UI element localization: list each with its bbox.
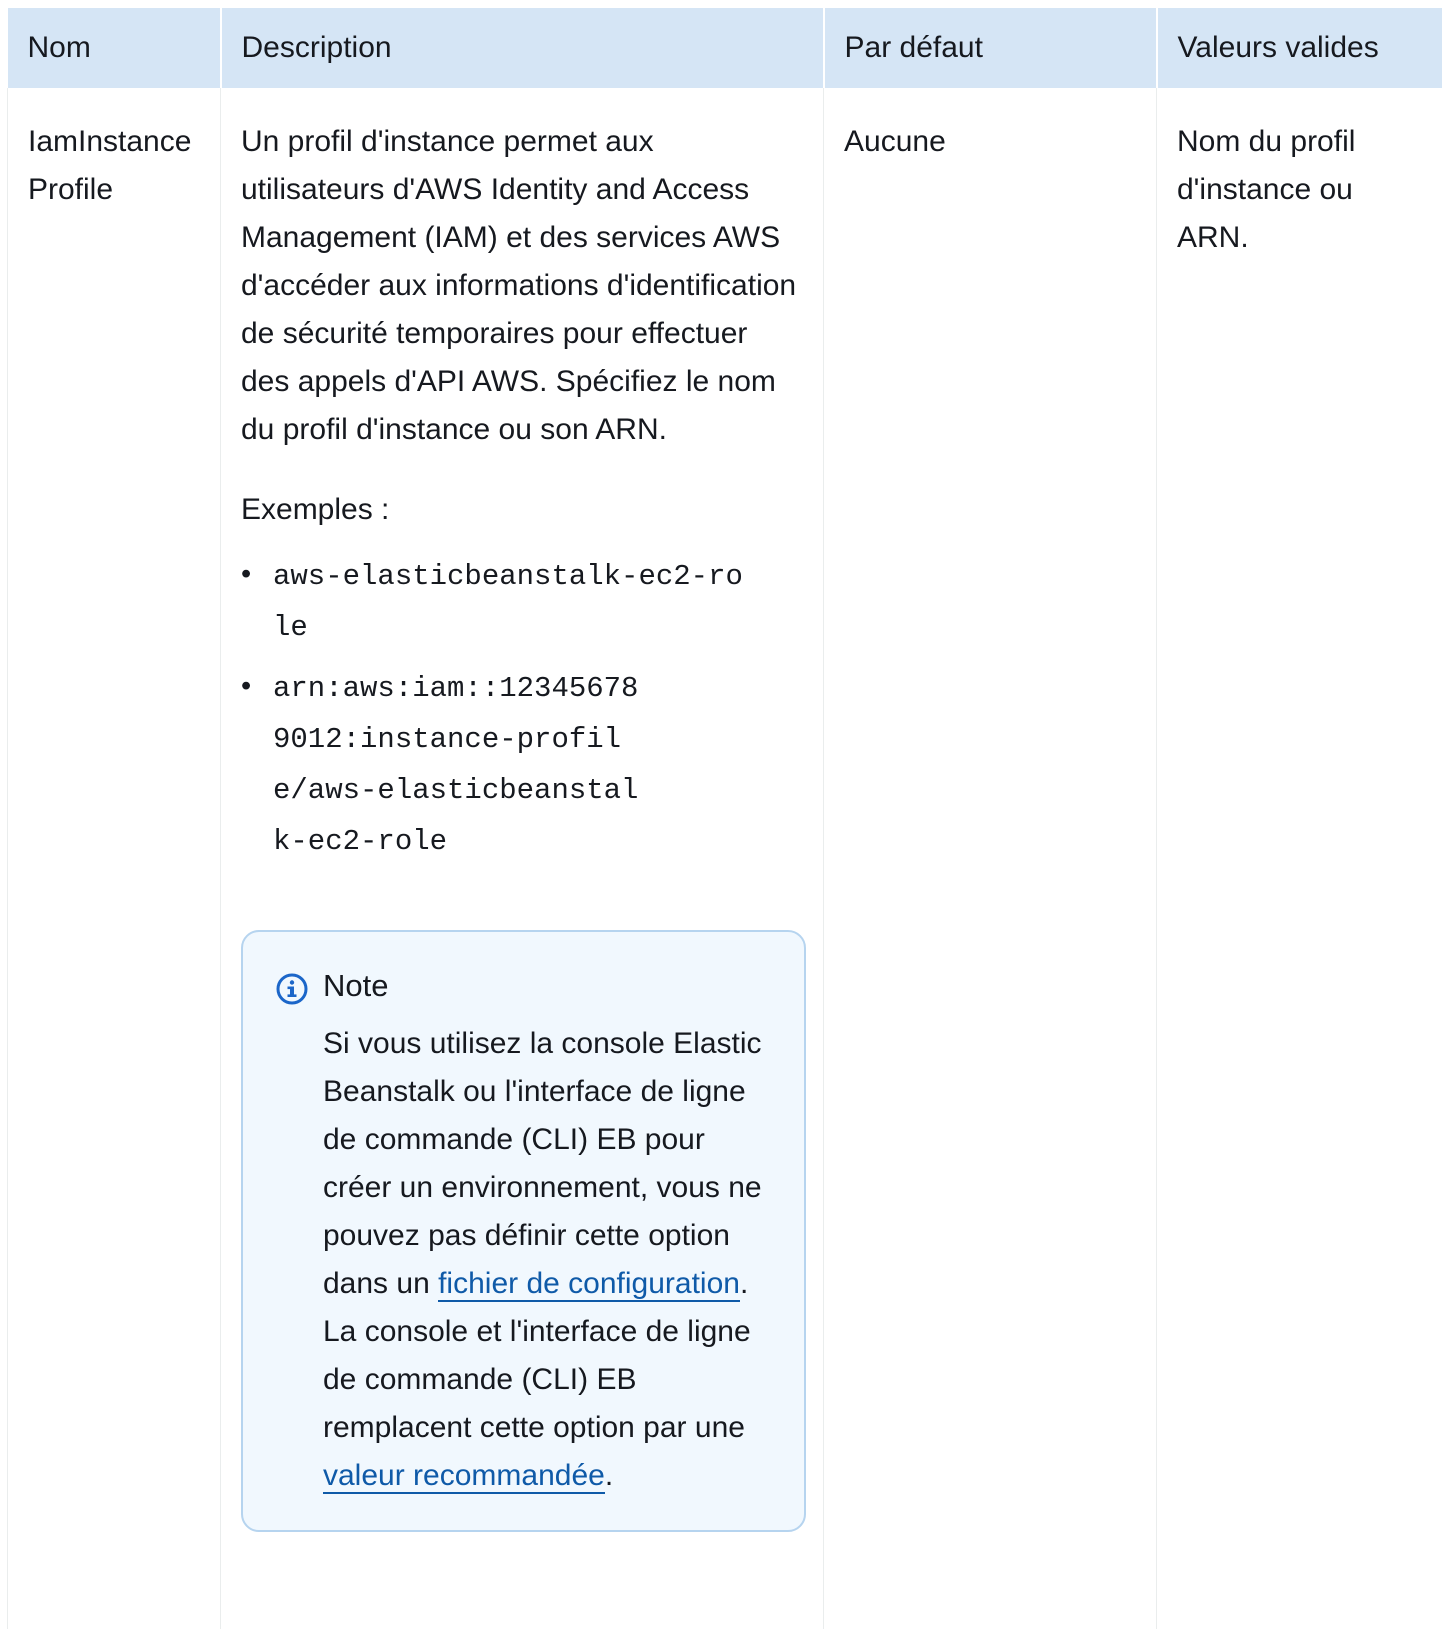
header-valid-values: Valeurs valides — [1156, 8, 1442, 88]
config-file-link[interactable]: fichier de configuration — [438, 1267, 740, 1302]
option-name: IamInstanceProfile — [28, 125, 192, 206]
examples-list: • aws-elasticbeanstalk-ec2-role • arn:aw… — [241, 550, 803, 866]
note-header: Note — [275, 960, 764, 1012]
note-body: Si vous utilisez la console Elastic Bean… — [323, 1020, 764, 1500]
cell-name: IamInstanceProfile — [7, 88, 221, 1629]
cell-description: Un profil d'instance permet aux utilisat… — [220, 88, 824, 1629]
list-item: • arn:aws:iam::123456789012:instance-pro… — [241, 662, 643, 866]
description-text: Un profil d'instance permet aux utilisat… — [241, 125, 797, 446]
cell-valid-values: Nom du profil d'instance ou ARN. — [1156, 88, 1442, 1629]
note-text-3: . — [604, 1459, 614, 1492]
example-code: arn:aws:iam::123456789012:instance-profi… — [273, 672, 639, 858]
info-icon — [275, 972, 309, 1006]
note-title: Note — [323, 968, 389, 1003]
cell-default: Aucune — [823, 88, 1157, 1629]
options-table: Nom Description Par défaut Valeurs valid… — [7, 8, 1442, 1629]
page: Nom Description Par défaut Valeurs valid… — [0, 0, 1448, 1629]
note-box: Note Si vous utilisez la console Elastic… — [241, 930, 806, 1532]
bullet: • — [241, 558, 252, 590]
table-row: IamInstanceProfile Un profil d'instance … — [7, 88, 1442, 1629]
header-description: Description — [220, 8, 825, 88]
example-code: aws-elasticbeanstalk-ec2-role — [273, 560, 743, 644]
table-header-row: Nom Description Par défaut Valeurs valid… — [7, 8, 1442, 88]
header-default: Par défaut — [823, 8, 1158, 88]
header-name: Nom — [7, 8, 222, 88]
list-item: • aws-elasticbeanstalk-ec2-role — [241, 550, 753, 652]
examples-label: Exemples : — [241, 493, 390, 526]
recommended-value-link[interactable]: valeur recommandée — [323, 1459, 605, 1494]
default-value: Aucune — [844, 125, 946, 158]
valid-values-text: Nom du profil d'instance ou ARN. — [1177, 125, 1356, 254]
bullet: • — [241, 670, 252, 702]
note-text-1: Si vous utilisez la console Elastic Bean… — [323, 1027, 762, 1300]
